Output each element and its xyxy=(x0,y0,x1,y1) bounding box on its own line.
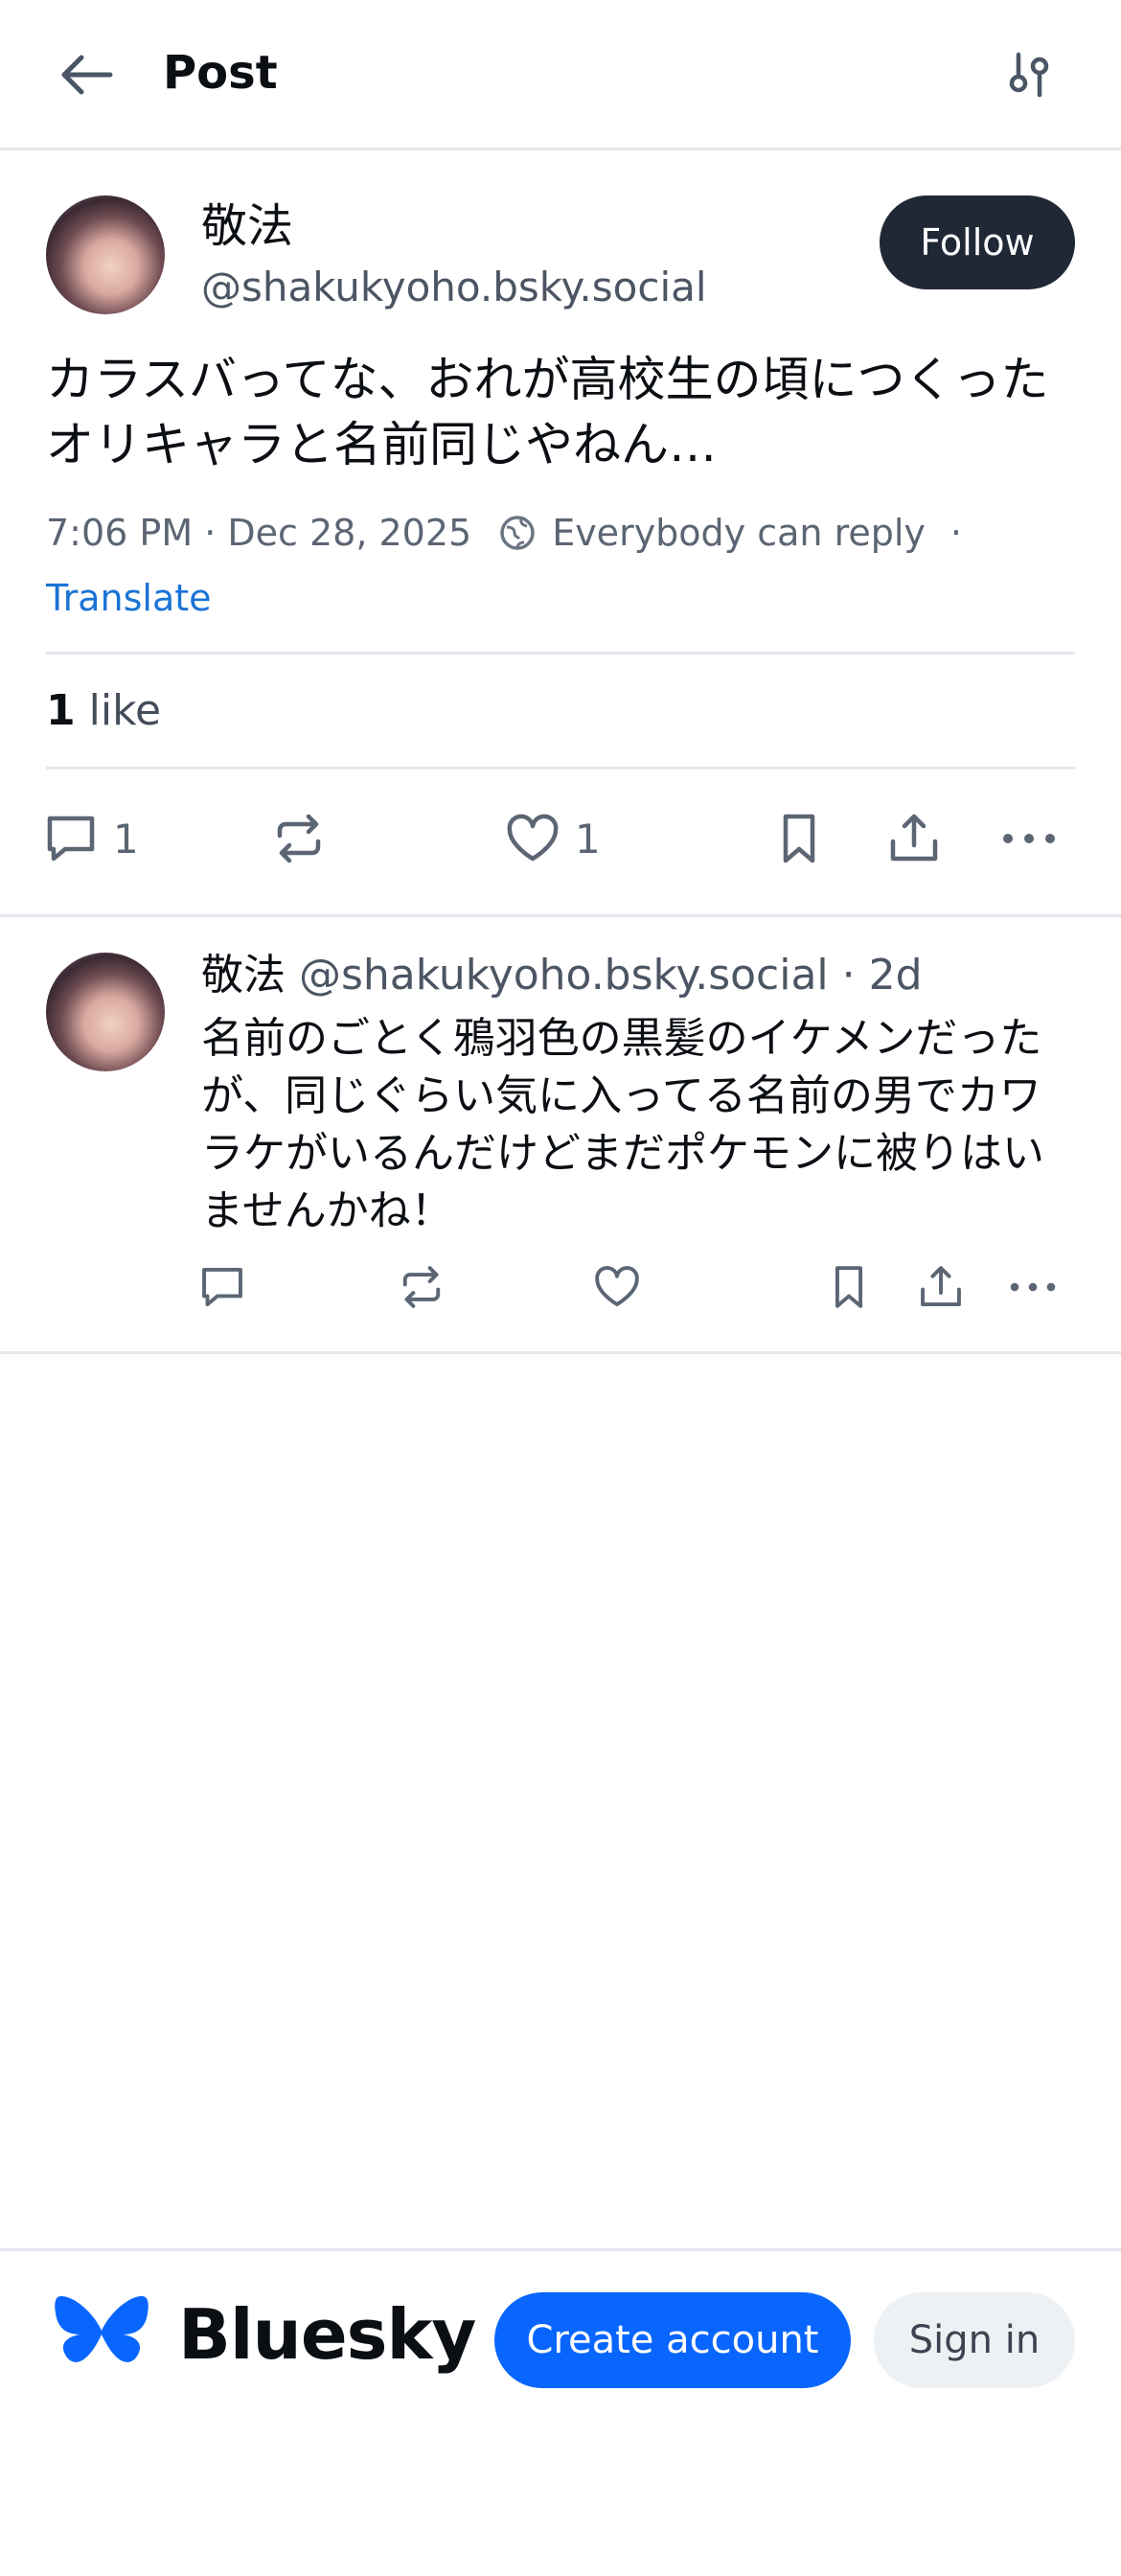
comment-icon xyxy=(197,1263,247,1311)
follow-button[interactable]: Follow xyxy=(880,196,1075,289)
post-text-line: オリキャラと名前同じやねん… xyxy=(46,417,717,472)
share-button[interactable] xyxy=(885,811,943,866)
brand-name: Bluesky xyxy=(178,2294,476,2375)
reply-age: · 2d xyxy=(841,951,923,1000)
bookmark-icon xyxy=(770,811,828,866)
repost-icon xyxy=(397,1263,446,1311)
reply-text: 名前のごとく鴉羽色の黒髪のイケメンだった が、同じぐらい気に入ってる名前の男でカ… xyxy=(201,1010,1083,1240)
like-action-count: 1 xyxy=(575,815,601,862)
reply-author-avatar[interactable] xyxy=(46,953,165,1071)
post-timestamp: 7:06 PM · Dec 28, 2025 xyxy=(46,512,472,554)
translate-link[interactable]: Translate xyxy=(46,571,212,625)
create-account-button[interactable]: Create account xyxy=(494,2292,851,2388)
sliders-icon xyxy=(1007,51,1053,99)
like-count-row[interactable]: 1 like xyxy=(46,682,161,740)
more-horizontal-icon xyxy=(1008,1263,1058,1311)
repost-icon xyxy=(270,811,328,866)
page-title: Post xyxy=(163,46,278,100)
post-text-line: カラスバってな、おれが高校生の頃につくった xyxy=(46,352,1049,407)
reply-share-button[interactable] xyxy=(916,1263,966,1311)
bookmark-button[interactable] xyxy=(770,811,828,866)
like-button[interactable]: 1 xyxy=(504,811,601,866)
brand-logo[interactable]: Bluesky xyxy=(54,2292,476,2377)
reply-author-name[interactable]: 敬法 xyxy=(201,951,286,1000)
arrow-left-icon xyxy=(57,52,114,98)
meta-separator: · xyxy=(949,512,963,554)
author-name[interactable]: 敬法 xyxy=(201,197,293,255)
reply-repost-button[interactable] xyxy=(397,1263,446,1311)
reply-button[interactable]: 1 xyxy=(42,811,139,866)
reply-text-line: が、同じぐらい気に入ってる名前の男でカワ xyxy=(201,1071,1041,1120)
like-count: 1 xyxy=(46,686,76,735)
share-icon xyxy=(916,1263,966,1311)
reply-reply-button[interactable] xyxy=(197,1263,247,1311)
post-meta: 7:06 PM · Dec 28, 2025 Everybody can rep… xyxy=(46,506,962,560)
author-handle[interactable]: @shakukyoho.bsky.social xyxy=(201,261,707,314)
sign-in-button[interactable]: Sign in xyxy=(874,2292,1075,2388)
reply-count: 1 xyxy=(113,815,139,862)
repost-button[interactable] xyxy=(270,811,328,866)
reply-text-line: ラケがいるんだけどまだポケモンに被りはい xyxy=(201,1129,1044,1178)
like-word: like xyxy=(88,686,162,735)
globe-icon xyxy=(498,514,537,552)
reply-header: 敬法 @shakukyoho.bsky.social · 2d xyxy=(201,947,923,1004)
reply-setting[interactable]: Everybody can reply xyxy=(552,506,926,560)
author-avatar[interactable] xyxy=(46,196,165,314)
bookmark-icon xyxy=(824,1263,874,1311)
reply-more-options-button[interactable] xyxy=(1008,1263,1058,1311)
more-horizontal-icon xyxy=(1000,811,1058,866)
reply-author-handle[interactable]: @shakukyoho.bsky.social xyxy=(299,951,829,1000)
divider xyxy=(0,914,1121,917)
divider xyxy=(46,652,1075,655)
back-button[interactable] xyxy=(52,44,119,105)
heart-icon xyxy=(592,1263,642,1311)
heart-icon xyxy=(504,811,561,866)
post-text: カラスバってな、おれが高校生の頃につくった オリキャラと名前同じやねん… xyxy=(46,347,1081,477)
reply-bookmark-button[interactable] xyxy=(824,1263,874,1311)
thread-settings-button[interactable] xyxy=(996,44,1064,105)
reply-text-line: 名前のごとく鴉羽色の黒髪のイケメンだった xyxy=(201,1014,1042,1063)
more-options-button[interactable] xyxy=(1000,811,1058,866)
footer-divider xyxy=(0,2248,1121,2251)
reply-like-button[interactable] xyxy=(592,1263,642,1311)
divider xyxy=(0,1351,1121,1354)
share-icon xyxy=(885,811,943,866)
reply-text-line: ませんかね！ xyxy=(201,1186,453,1235)
comment-icon xyxy=(42,811,100,866)
butterfly-icon xyxy=(54,2292,149,2377)
divider xyxy=(46,767,1075,770)
